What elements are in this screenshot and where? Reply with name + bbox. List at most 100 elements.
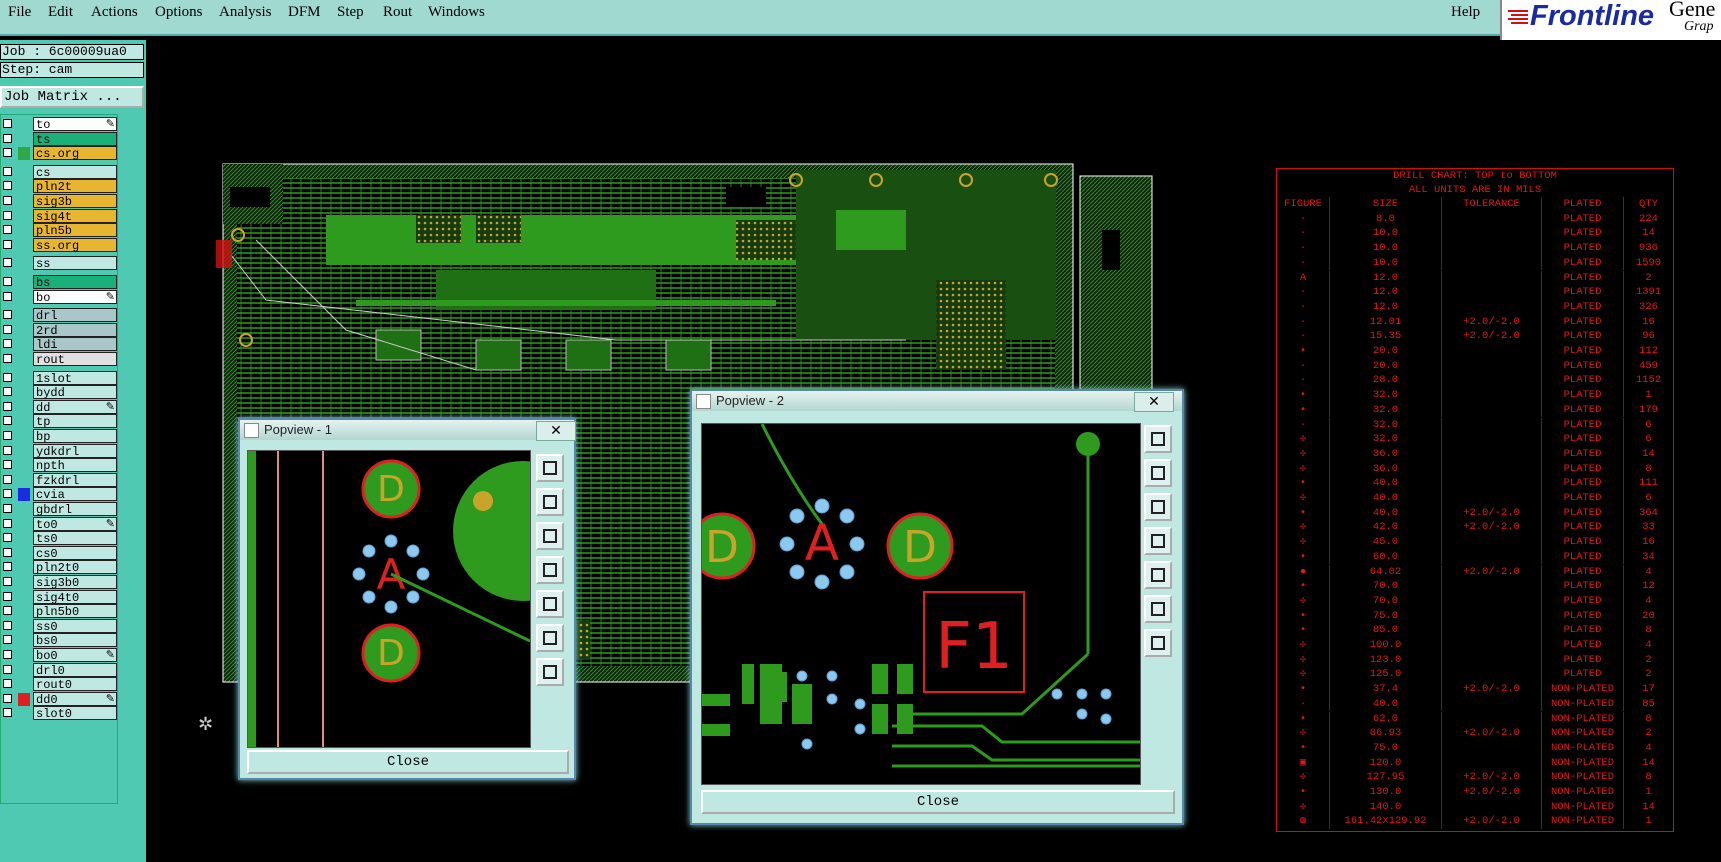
layer-checkbox[interactable] bbox=[3, 354, 12, 363]
layer-row[interactable]: bydd bbox=[1, 385, 119, 400]
layer-checkbox[interactable] bbox=[3, 606, 12, 616]
popview-1-close-icon[interactable]: ✕ bbox=[536, 421, 576, 441]
layer-name[interactable]: bo bbox=[33, 289, 117, 305]
layer-row[interactable]: bo ✎ bbox=[1, 289, 119, 305]
layer-checkbox[interactable] bbox=[3, 708, 12, 718]
layer-row[interactable]: pln5b0 bbox=[1, 604, 119, 619]
layer-name[interactable]: dd bbox=[33, 399, 117, 415]
layer-row[interactable]: bs bbox=[1, 275, 119, 290]
layer-name[interactable]: npth bbox=[33, 458, 117, 473]
layer-row[interactable]: drl0 bbox=[1, 662, 119, 678]
layer-name[interactable]: sig4t0 bbox=[33, 589, 117, 605]
layer-name[interactable]: rout bbox=[33, 352, 117, 367]
layer-checkbox[interactable] bbox=[3, 504, 12, 513]
layer-checkbox[interactable] bbox=[3, 310, 12, 320]
layer-name[interactable]: pln5b bbox=[33, 223, 117, 238]
popview-1-close-button[interactable]: Close bbox=[247, 750, 569, 774]
layer-row[interactable]: bo0 ✎ bbox=[1, 648, 119, 663]
layer-checkbox[interactable] bbox=[3, 181, 12, 191]
layer-name[interactable]: rout0 bbox=[33, 677, 117, 692]
layer-row[interactable]: bs0 bbox=[1, 633, 119, 648]
layer-row[interactable]: ss bbox=[1, 256, 119, 271]
layer-checkbox[interactable] bbox=[3, 679, 12, 689]
layer-row[interactable]: sig3b bbox=[1, 194, 119, 209]
layer-row[interactable]: sig4t bbox=[1, 208, 119, 224]
layer-row[interactable]: sig3b0 bbox=[1, 575, 119, 590]
layer-checkbox[interactable] bbox=[3, 460, 12, 470]
layer-name[interactable]: bp bbox=[33, 429, 117, 444]
layer-checkbox[interactable] bbox=[3, 239, 12, 249]
menu-analysis[interactable]: Analysis bbox=[219, 4, 272, 21]
layer-row[interactable]: ss0 bbox=[1, 618, 119, 634]
layer-checkbox[interactable] bbox=[3, 474, 12, 484]
layer-row[interactable]: rout bbox=[1, 352, 119, 367]
popview-2-close-icon[interactable]: ✕ bbox=[1134, 392, 1174, 412]
layer-name[interactable]: sig3b0 bbox=[33, 575, 117, 590]
layer-row[interactable]: npth bbox=[1, 458, 119, 473]
layer-row[interactable]: to ✎ bbox=[1, 117, 119, 132]
layer-checkbox[interactable] bbox=[3, 372, 12, 382]
layer-row[interactable]: pln2t bbox=[1, 179, 119, 194]
layer-name[interactable]: bs bbox=[33, 275, 117, 290]
layer-name[interactable]: to0 bbox=[33, 516, 117, 532]
layer-row[interactable]: slot0 bbox=[1, 706, 119, 721]
layer-checkbox[interactable] bbox=[3, 664, 12, 674]
layer-row[interactable]: cs.org bbox=[1, 146, 119, 161]
zoom-out-icon[interactable] bbox=[536, 658, 564, 686]
menu-help[interactable]: Help bbox=[1451, 4, 1480, 21]
layer-checkbox[interactable] bbox=[3, 562, 12, 572]
menu-dfm[interactable]: DFM bbox=[288, 4, 321, 21]
menu-rout[interactable]: Rout bbox=[383, 4, 412, 21]
menu-options[interactable]: Options bbox=[155, 4, 203, 21]
popview-2-view[interactable]: D D A F1 bbox=[701, 423, 1141, 785]
layer-row[interactable]: drl bbox=[1, 308, 119, 323]
zoom-home-icon[interactable] bbox=[1144, 425, 1172, 453]
pan-down-icon[interactable] bbox=[536, 522, 564, 550]
menu-actions[interactable]: Actions bbox=[91, 4, 138, 21]
layer-checkbox[interactable] bbox=[3, 693, 12, 703]
layer-name[interactable]: bs0 bbox=[33, 633, 117, 648]
layer-row[interactable]: tp bbox=[1, 414, 119, 429]
layer-checkbox[interactable] bbox=[3, 291, 12, 301]
popview-2-titlebar[interactable]: Popview - 2 bbox=[692, 391, 1182, 411]
layer-row[interactable]: fzkdrl bbox=[1, 472, 119, 488]
layer-row[interactable]: ydkdrl bbox=[1, 443, 119, 459]
layer-name[interactable]: dd0 bbox=[33, 691, 117, 707]
layer-checkbox[interactable] bbox=[3, 445, 12, 455]
layer-checkbox[interactable] bbox=[3, 518, 12, 528]
layer-name[interactable]: drl0 bbox=[33, 662, 117, 678]
popview-1-view[interactable]: D D A bbox=[247, 450, 531, 748]
pan-right-icon[interactable] bbox=[536, 590, 564, 618]
layer-checkbox[interactable] bbox=[3, 225, 12, 235]
layer-row[interactable]: pln5b bbox=[1, 223, 119, 238]
layer-checkbox[interactable] bbox=[3, 133, 12, 143]
layer-row[interactable]: ts bbox=[1, 131, 119, 147]
layer-name[interactable]: to bbox=[33, 117, 117, 132]
layer-checkbox[interactable] bbox=[3, 148, 12, 158]
layer-checkbox[interactable] bbox=[3, 196, 12, 205]
layer-checkbox[interactable] bbox=[3, 650, 12, 659]
zoom-home-icon[interactable] bbox=[536, 454, 564, 482]
layer-name[interactable]: ldi bbox=[33, 337, 117, 352]
layer-name[interactable]: fzkdrl bbox=[33, 472, 117, 488]
menu-file[interactable]: File bbox=[8, 4, 31, 21]
layer-checkbox[interactable] bbox=[3, 533, 12, 543]
pan-left-icon[interactable] bbox=[1144, 527, 1172, 555]
pan-right-icon[interactable] bbox=[1144, 561, 1172, 589]
layer-row[interactable]: dd ✎ bbox=[1, 399, 119, 415]
layer-row[interactable]: 2rd bbox=[1, 322, 119, 338]
layer-name[interactable]: 2rd bbox=[33, 322, 117, 338]
layer-checkbox[interactable] bbox=[3, 119, 12, 128]
layer-name[interactable]: gbdrl bbox=[33, 502, 117, 517]
layer-name[interactable]: drl bbox=[33, 308, 117, 323]
layer-row[interactable]: dd0 ✎ bbox=[1, 691, 119, 707]
layer-row[interactable]: to0 ✎ bbox=[1, 516, 119, 532]
layer-row[interactable]: cs0 bbox=[1, 545, 119, 561]
layer-checkbox[interactable] bbox=[3, 387, 12, 397]
layer-row[interactable]: 1slot bbox=[1, 370, 119, 386]
layer-name[interactable]: slot0 bbox=[33, 706, 117, 721]
layer-row[interactable]: ss.org bbox=[1, 237, 119, 253]
layer-row[interactable]: pln2t0 bbox=[1, 560, 119, 575]
layer-checkbox[interactable] bbox=[3, 339, 12, 349]
layer-name[interactable]: cs bbox=[33, 164, 117, 180]
